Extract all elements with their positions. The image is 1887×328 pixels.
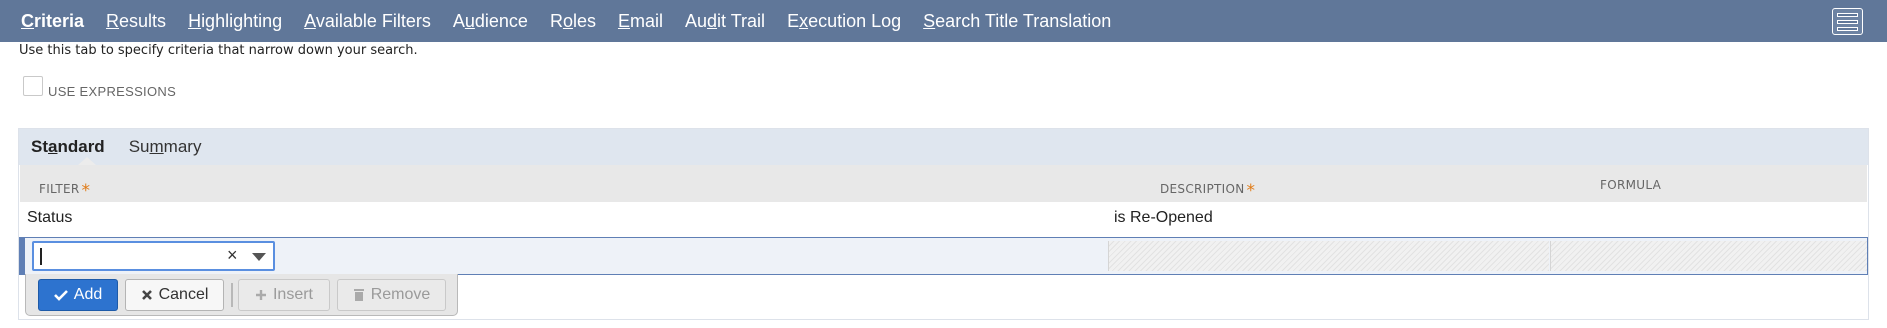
close-icon (141, 290, 152, 300)
insert-button[interactable]: Insert (238, 279, 330, 311)
filter-select[interactable]: × (32, 241, 275, 271)
checkmark-icon (53, 290, 68, 301)
formula-cell-disabled (1550, 241, 1867, 271)
add-button[interactable]: Add (38, 279, 118, 311)
column-header-row: FILTER * DESCRIPTION * FORMULA (20, 165, 1867, 202)
text-cursor (40, 248, 42, 265)
cancel-button[interactable]: Cancel (125, 279, 224, 311)
edit-row-marker (20, 238, 25, 274)
use-expressions-checkbox[interactable] (23, 75, 43, 96)
add-button-label: Add (73, 286, 103, 303)
tab-email[interactable]: Email (618, 0, 663, 42)
filter-cell: Status (27, 209, 73, 226)
subtab-summary[interactable]: Summary (129, 137, 202, 157)
required-asterisk: * (81, 181, 91, 201)
plus-icon (255, 290, 266, 300)
required-asterisk: * (1246, 181, 1256, 201)
tab-execution-log[interactable]: Execution Log (787, 0, 901, 42)
tab-highlighting[interactable]: Highlighting (188, 0, 282, 42)
column-description: DESCRIPTION * (1160, 181, 1256, 201)
tab-criteria[interactable]: Criteria (21, 0, 84, 42)
column-filter: FILTER * (39, 181, 91, 201)
row-action-bar: Add Cancel Insert Remove (25, 274, 458, 316)
dropdown-arrow-icon[interactable] (252, 253, 266, 261)
hamburger-menu-icon[interactable] (1832, 8, 1863, 35)
tab-available-filters[interactable]: Available Filters (304, 0, 431, 42)
tab-results[interactable]: Results (106, 0, 166, 42)
table-row[interactable]: Status is Re-Opened (20, 202, 1867, 236)
insert-button-label: Insert (272, 286, 313, 303)
trash-icon (353, 289, 364, 301)
remove-button-label: Remove (370, 286, 431, 303)
tab-roles[interactable]: Roles (550, 0, 596, 42)
help-text: Use this tab to specify criteria that na… (19, 43, 418, 58)
active-tab-indicator (78, 157, 96, 165)
use-expressions-label: USE EXPRESSIONS (48, 84, 177, 99)
remove-button[interactable]: Remove (337, 279, 446, 311)
top-tab-bar: Criteria Results Highlighting Available … (0, 0, 1887, 42)
use-expressions-option: USE EXPRESSIONS (23, 72, 176, 99)
clear-icon[interactable]: × (227, 245, 238, 266)
description-cell-disabled (1108, 241, 1549, 271)
subtab-bar: Standard Summary (19, 129, 1868, 165)
tab-audience[interactable]: Audience (453, 0, 528, 42)
edit-row: × (19, 237, 1868, 275)
column-formula: FORMULA (1600, 178, 1662, 192)
tab-audit-trail[interactable]: Audit Trail (685, 0, 765, 42)
description-cell: is Re-Opened (1114, 209, 1213, 226)
tab-search-title-translation[interactable]: Search Title Translation (923, 0, 1111, 42)
button-separator (231, 283, 233, 307)
cancel-button-label: Cancel (158, 286, 209, 303)
subtab-standard[interactable]: Standard (31, 137, 105, 157)
